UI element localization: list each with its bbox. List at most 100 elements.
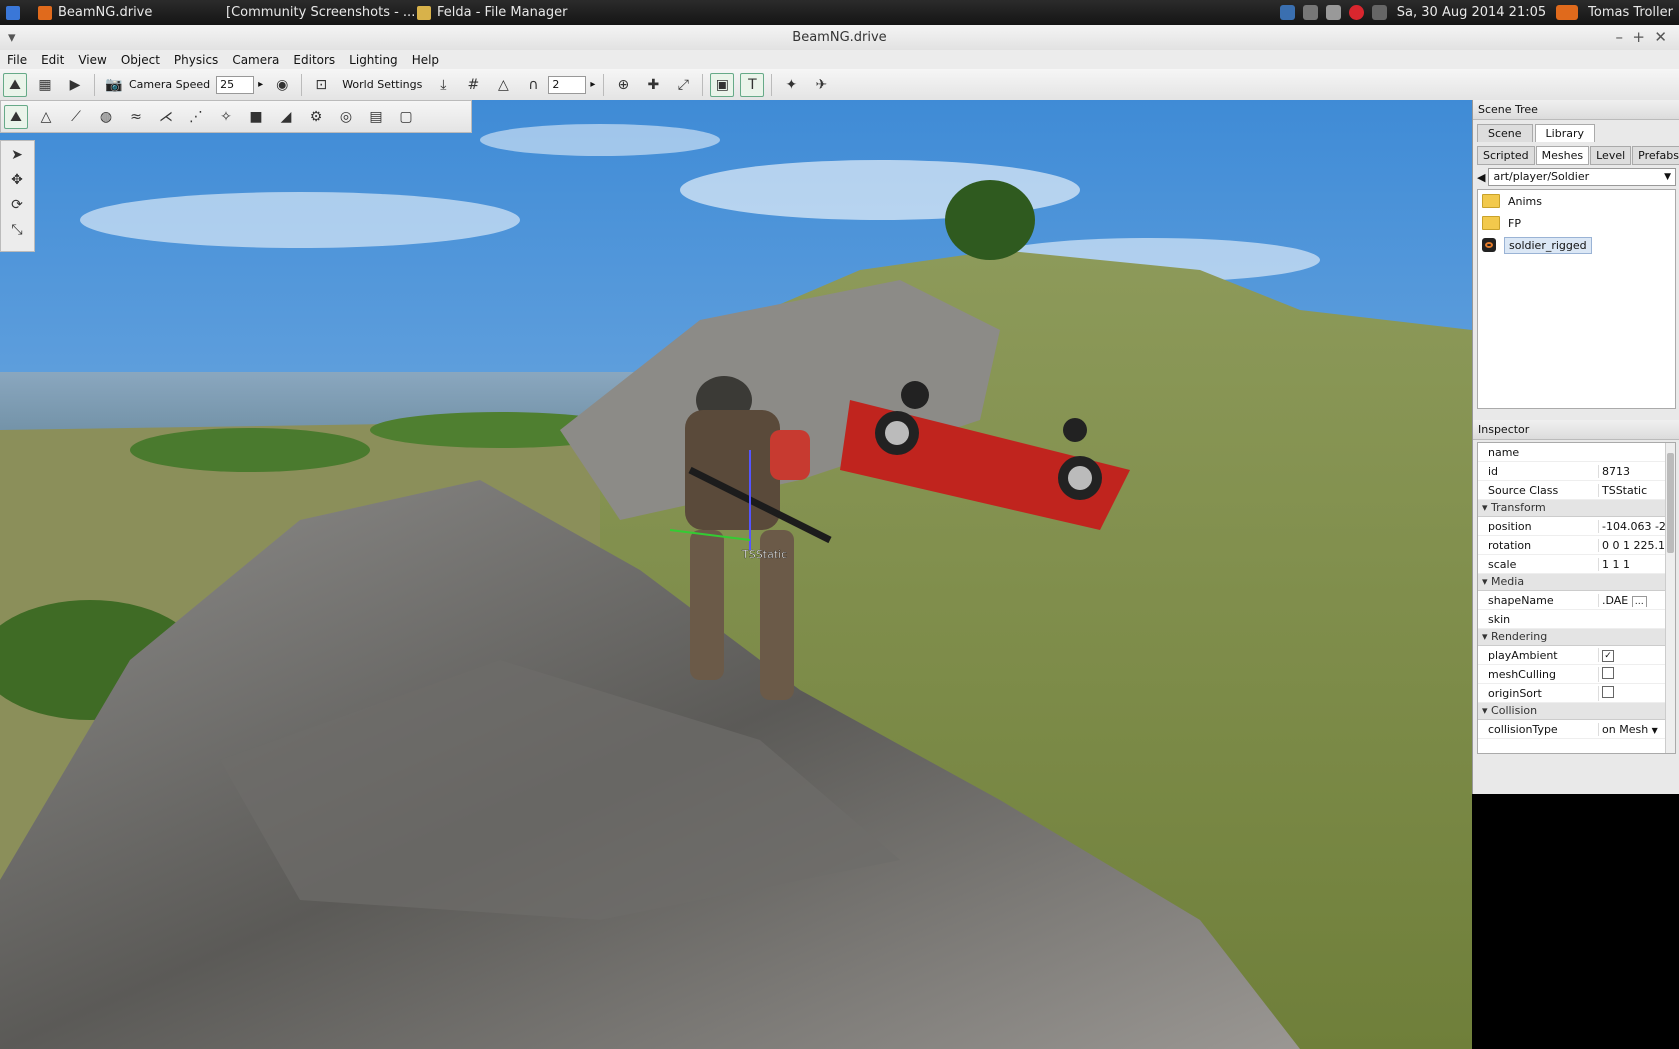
list-item[interactable]: Anims <box>1478 190 1675 212</box>
fly-icon[interactable]: ✈ <box>809 73 833 97</box>
world-settings-button[interactable]: World Settings <box>342 78 422 91</box>
origin-sort-checkbox[interactable] <box>1602 685 1614 698</box>
close-icon[interactable]: ✕ <box>1654 28 1667 46</box>
menu-editors[interactable]: Editors <box>286 53 342 67</box>
subtab-level[interactable]: Level <box>1590 146 1632 165</box>
decal-icon[interactable]: ⋰ <box>184 105 208 129</box>
camera-speed-field[interactable]: 25 <box>216 75 255 94</box>
menu-physics[interactable]: Physics <box>167 53 225 67</box>
subtab-scripted[interactable]: Scripted <box>1477 146 1535 165</box>
menu-camera[interactable]: Camera <box>225 53 286 67</box>
section-rendering[interactable]: ▾ Rendering <box>1478 629 1675 646</box>
inspector-scrollbar[interactable] <box>1665 443 1675 753</box>
minimize-icon[interactable]: – <box>1616 28 1624 46</box>
list-item[interactable]: soldier_rigged <box>1478 234 1675 256</box>
road-icon[interactable]: ⟋ <box>64 105 88 129</box>
river-icon[interactable]: ≈ <box>124 105 148 129</box>
menu-view[interactable]: View <box>71 53 113 67</box>
property-value[interactable]: 1 1 1 <box>1598 557 1675 571</box>
layout-icon[interactable]: ▦ <box>33 73 57 97</box>
terrain-icon[interactable]: △ <box>34 105 58 129</box>
select-box-icon[interactable]: ▣ <box>710 72 735 97</box>
bird-icon[interactable]: ✦ <box>779 73 803 97</box>
magnet-icon[interactable]: ∩ <box>521 73 545 97</box>
robot-icon[interactable]: ⚙ <box>304 105 328 129</box>
maximize-icon[interactable]: + <box>1632 28 1645 46</box>
text-icon[interactable]: T <box>740 72 765 97</box>
search-icon[interactable] <box>1325 5 1341 20</box>
property-value <box>1598 666 1675 682</box>
app-menu-button[interactable] <box>0 0 32 25</box>
user-name[interactable]: Tomas Troller <box>1582 0 1679 25</box>
play-icon[interactable]: ▶ <box>63 73 87 97</box>
select-arrow-icon[interactable]: ➤ <box>5 144 29 166</box>
rotate-gizmo-icon[interactable]: ⟳ <box>5 194 29 216</box>
taskbar-item-filemanager[interactable]: Felda - File Manager <box>411 0 573 25</box>
mail-icon[interactable] <box>1371 5 1387 20</box>
mesh-culling-checkbox[interactable] <box>1602 666 1614 679</box>
snap-icon[interactable]: ⊡ <box>309 73 333 97</box>
move-icon[interactable]: ⤢ <box>671 73 695 97</box>
menu-help[interactable]: Help <box>405 53 446 67</box>
forest-icon[interactable]: ✧ <box>214 105 238 129</box>
grid-size-stepper[interactable]: ▸ <box>590 79 595 90</box>
browse-icon[interactable]: … <box>1631 595 1647 607</box>
scrollbar-thumb[interactable] <box>1667 453 1674 553</box>
back-icon[interactable]: ◀ <box>1477 171 1485 184</box>
list-item[interactable]: FP <box>1478 212 1675 234</box>
subtab-meshes[interactable]: Meshes <box>1535 146 1590 165</box>
grid-icon[interactable]: # <box>461 73 485 97</box>
property-value[interactable]: -104.063 -2 <box>1598 519 1675 533</box>
menu-lighting[interactable]: Lighting <box>342 53 405 67</box>
path-select[interactable]: art/player/Soldier ▼ <box>1488 168 1676 186</box>
editor-toolbar: ⛰ △ ⟋ ◍ ≈ ⋌ ⋰ ✧ ■ ◢ ⚙ ◎ ▤ ▢ <box>0 100 472 133</box>
terrain-editor-icon[interactable]: ⛰ <box>3 72 27 97</box>
section-media[interactable]: ▾ Media <box>1478 574 1675 591</box>
property-value[interactable]: TSStatic <box>1598 483 1675 497</box>
keyboard-icon[interactable] <box>1302 5 1318 20</box>
tab-scene[interactable]: Scene <box>1477 124 1533 142</box>
play-ambient-checkbox[interactable]: ✓ <box>1602 650 1614 662</box>
tab-library[interactable]: Library <box>1534 124 1596 142</box>
property-row: rotation 0 0 1 225.13 <box>1478 536 1675 555</box>
taskbar-item-browser[interactable]: [Community Screenshots - ... <box>214 0 415 25</box>
cube-icon[interactable]: ■ <box>244 105 268 129</box>
property-value[interactable]: .DAE … <box>1598 593 1675 607</box>
menu-file[interactable]: File <box>0 53 34 67</box>
scale-gizmo-icon[interactable]: ⤡ <box>5 219 29 241</box>
ramp-icon[interactable]: ◢ <box>274 105 298 129</box>
transform-icon[interactable]: ✚ <box>641 73 665 97</box>
menu-edit[interactable]: Edit <box>34 53 71 67</box>
mesh-road-icon[interactable]: ⋌ <box>154 105 178 129</box>
camera-speed-stepper[interactable]: ▸ <box>258 79 263 90</box>
nav-mesh-icon[interactable]: ▤ <box>364 105 388 129</box>
section-transform[interactable]: ▾ Transform <box>1478 500 1675 517</box>
property-key: shapeName <box>1488 593 1554 607</box>
menu-object[interactable]: Object <box>114 53 167 67</box>
subtab-prefabs[interactable]: Prefabs <box>1632 146 1679 165</box>
grid-size-field[interactable]: 2 <box>548 75 587 94</box>
world-icon[interactable]: ⊕ <box>611 73 635 97</box>
blocked-icon[interactable] <box>1348 5 1364 20</box>
camera-icon[interactable]: 📷 <box>102 73 126 97</box>
snap-bounds-icon[interactable]: △ <box>491 73 515 97</box>
sphere-icon[interactable]: ◍ <box>94 105 118 129</box>
property-value[interactable]: 0 0 1 225.13 <box>1598 538 1675 552</box>
bounds-icon[interactable]: ▢ <box>394 105 418 129</box>
section-collision[interactable]: ▾ Collision <box>1478 703 1675 720</box>
property-value: ✓ <box>1598 648 1675 662</box>
move-gizmo-icon[interactable]: ✥ <box>5 169 29 191</box>
3d-viewport[interactable]: TSStatic <box>0 100 1472 1049</box>
wheel-icon[interactable]: ◎ <box>334 105 358 129</box>
visibility-icon[interactable]: ◉ <box>270 73 294 97</box>
clock[interactable]: Sa, 30 Aug 2014 21:05 <box>1391 0 1552 25</box>
taskbar-item-beamng[interactable]: BeamNG.drive <box>32 0 214 25</box>
property-value[interactable]: 8713 <box>1598 464 1675 478</box>
snap-terrain-icon[interactable]: ⤓ <box>431 73 455 97</box>
user-avatar-icon[interactable] <box>1556 5 1579 20</box>
object-editor-icon[interactable]: ⛰ <box>4 104 28 129</box>
toolbar-separator <box>301 73 303 96</box>
taskbar-item-label: Felda - File Manager <box>437 5 568 20</box>
steam-icon[interactable] <box>1279 5 1295 20</box>
collision-type-select[interactable]: on Mesh ▼ <box>1598 722 1675 736</box>
